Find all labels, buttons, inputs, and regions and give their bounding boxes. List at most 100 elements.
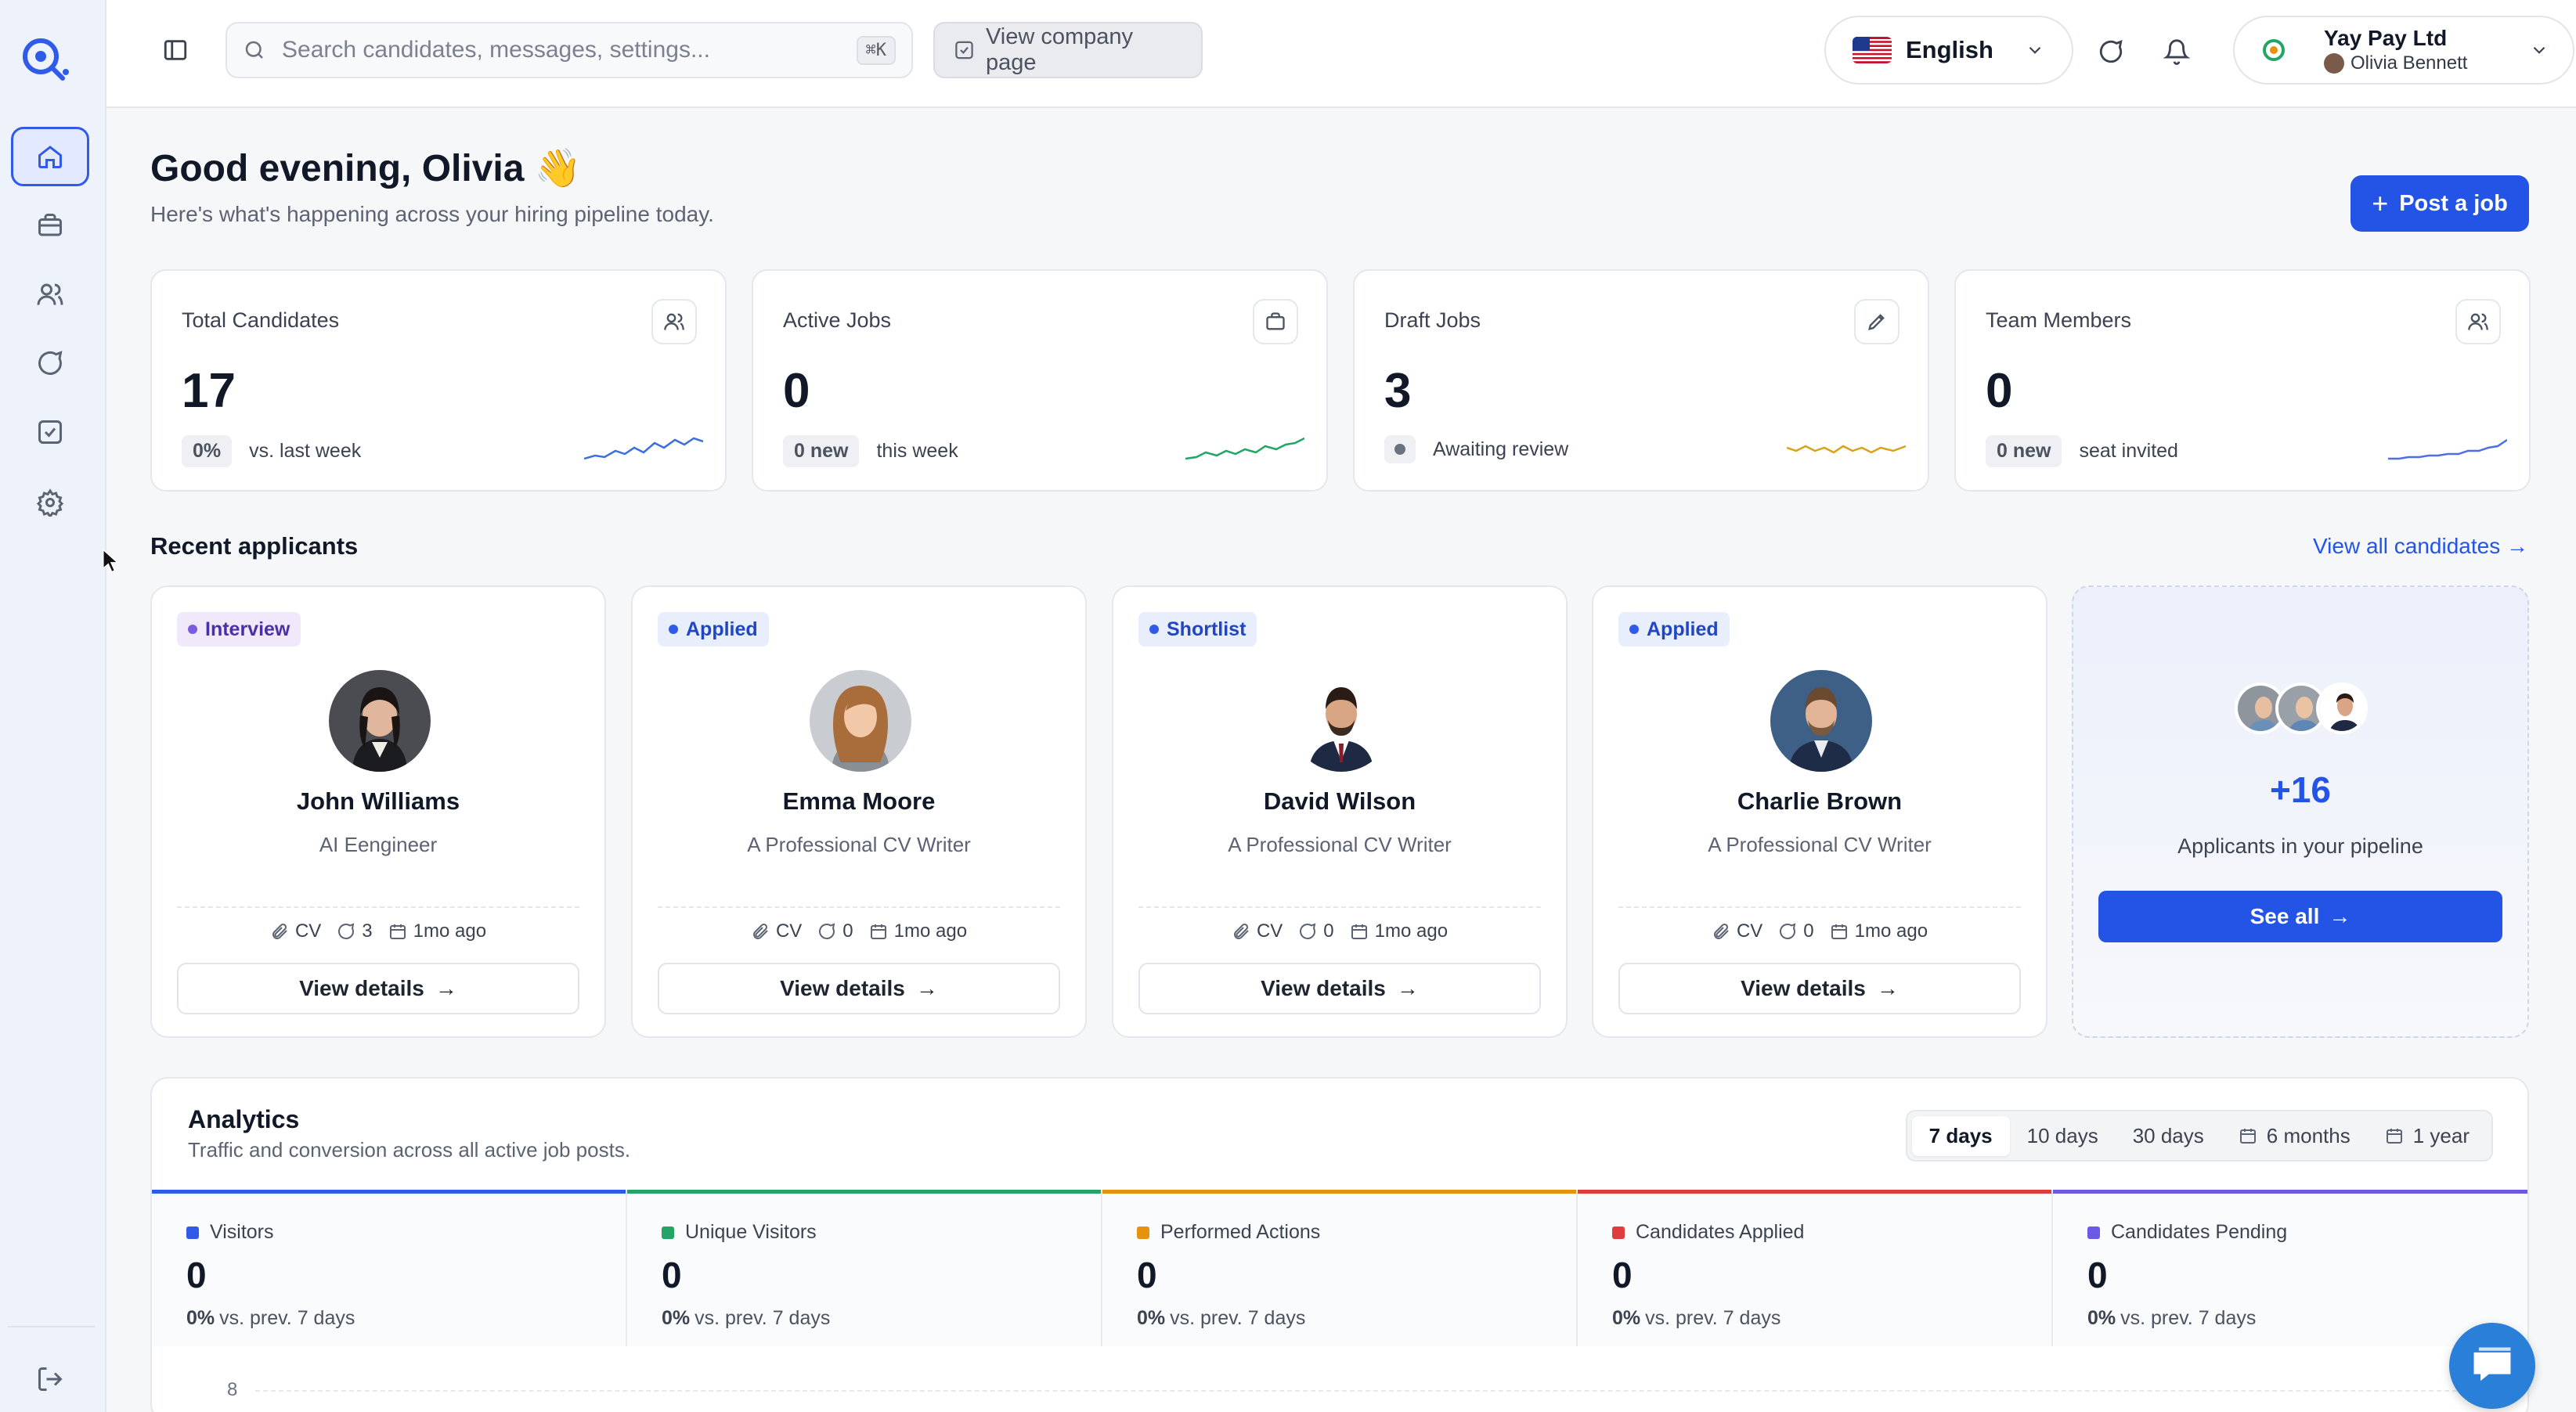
legend-swatch (1137, 1226, 1149, 1239)
cv-label: CV (1256, 920, 1283, 942)
view-details-button[interactable]: View details → (1138, 963, 1541, 1014)
view-details-button[interactable]: View details → (177, 963, 579, 1014)
logout-button[interactable] (11, 1349, 89, 1409)
pipeline-card: +16 Applicants in your pipeline See all → (2072, 585, 2529, 1038)
legend-swatch (186, 1226, 199, 1239)
range-30-days[interactable]: 30 days (2116, 1116, 2221, 1156)
metric-label: Candidates Pending (2111, 1221, 2288, 1243)
divider (1138, 906, 1541, 908)
sidebar-toggle-button[interactable] (158, 33, 193, 67)
range-1-year[interactable]: 1 year (2368, 1116, 2487, 1156)
range-7-days[interactable]: 7 days (1911, 1115, 2010, 1156)
notifications-button[interactable] (2159, 34, 2194, 69)
company-name: Yay Pay Ltd (2324, 26, 2448, 50)
mouse-cursor-icon (103, 548, 119, 573)
search-input[interactable]: Search candidates, messages, settings...… (225, 22, 913, 78)
sparkline (1787, 445, 1906, 454)
users-icon (2455, 299, 2501, 344)
legend-swatch (662, 1226, 674, 1239)
users-icon (37, 283, 63, 305)
comment-count: 0 (1323, 920, 1334, 942)
comment-icon (819, 923, 835, 939)
view-company-page-button[interactable]: View company page (933, 22, 1203, 78)
applicant-card[interactable]: Shortlist David Wilson A Professional CV… (1112, 585, 1568, 1038)
stat-value: 3 (1384, 364, 1412, 418)
stat-card-team-members[interactable]: Team Members 0 0 new seat invited (1954, 269, 2531, 492)
calendar-icon (870, 924, 886, 939)
sidebar-item-candidates[interactable] (11, 265, 89, 324)
support-chat-button[interactable] (2449, 1323, 2535, 1409)
comment-icon (1780, 923, 1796, 939)
status-badge: Interview (177, 612, 301, 647)
search-placeholder: Search candidates, messages, settings... (282, 37, 710, 63)
home-icon (38, 146, 62, 168)
stat-card-active-jobs[interactable]: Active Jobs 0 0 new this week (752, 269, 1328, 492)
page-title: Good evening, Olivia 👋 (150, 148, 582, 189)
sidebar-item-tasks[interactable] (11, 402, 89, 462)
pen-icon (1854, 299, 1900, 344)
company-logo-icon (2258, 34, 2289, 66)
metric-candidates-pending[interactable]: Candidates Pending 0 0% vs. prev. 7 days (2053, 1190, 2527, 1346)
applicant-card[interactable]: Applied Charlie Brown A Professional CV … (1592, 585, 2047, 1038)
stat-change-pill: 0 new (1986, 435, 2062, 467)
metric-unique-visitors[interactable]: Unique Visitors 0 0% vs. prev. 7 days (627, 1190, 1102, 1346)
stat-change-pill: 0 new (783, 435, 860, 467)
range-6-months[interactable]: 6 months (2221, 1116, 2368, 1156)
view-all-candidates-link[interactable]: View all candidates → (2313, 534, 2528, 559)
language-selector[interactable]: English (1824, 16, 2073, 85)
sidebar-item-home[interactable] (11, 127, 89, 186)
metric-value: 0 (1612, 1255, 1633, 1295)
account-switcher[interactable]: Yay Pay Ltd Olivia Bennett (2233, 16, 2574, 85)
arrow-right-icon: → (1876, 976, 1899, 1000)
y-axis-tick: 8 (227, 1379, 238, 1400)
user-name: Olivia Bennett (2351, 52, 2468, 74)
stat-change-pill: 0% (182, 435, 233, 467)
stat-title: Team Members (1986, 308, 2132, 332)
applicant-card[interactable]: Applied Emma Moore A Professional CV Wri… (631, 585, 1087, 1038)
topbar: Search candidates, messages, settings...… (106, 0, 2576, 108)
range-10-days[interactable]: 10 days (2010, 1116, 2116, 1156)
us-flag-icon (1853, 37, 1892, 63)
chevron-down-icon (2029, 46, 2041, 54)
applicant-role: A Professional CV Writer (1228, 833, 1452, 856)
pipeline-label: Applicants in your pipeline (2177, 834, 2423, 858)
sparkline (2388, 438, 2507, 460)
comment-icon (338, 923, 355, 939)
recent-applicants-title: Recent applicants (150, 532, 359, 560)
view-details-button[interactable]: View details → (1618, 963, 2021, 1014)
comment-count: 3 (362, 920, 373, 942)
metric-visitors[interactable]: Visitors 0 0% vs. prev. 7 days (152, 1190, 627, 1346)
applicant-role: AI Eengineer (319, 833, 438, 856)
metric-compare: vs. prev. 7 days (695, 1307, 831, 1329)
stat-title: Draft Jobs (1384, 308, 1481, 332)
metric-change: 0% (2087, 1307, 2116, 1329)
sidebar-item-jobs[interactable] (11, 196, 89, 255)
view-details-button[interactable]: View details → (658, 963, 1060, 1014)
page-subtitle: Here's what's happening across your hiri… (150, 202, 714, 226)
applied-time: 1mo ago (893, 920, 968, 942)
logout-icon (38, 1367, 63, 1391)
legend-swatch (2087, 1226, 2100, 1239)
post-job-button[interactable]: + Post a job (2351, 175, 2529, 232)
paperclip-icon (752, 923, 768, 939)
applicant-card[interactable]: Interview John Williams AI Eengineer CV … (150, 585, 606, 1038)
metric-candidates-applied[interactable]: Candidates Applied 0 0% vs. prev. 7 days (1578, 1190, 2053, 1346)
avatar (1290, 670, 1392, 772)
app-logo[interactable] (14, 30, 77, 92)
metric-compare: vs. prev. 7 days (2120, 1307, 2257, 1329)
stat-note: vs. last week (249, 440, 362, 462)
metric-label: Performed Actions (1160, 1221, 1321, 1243)
sidebar-item-settings[interactable] (11, 473, 89, 532)
stat-card-total-candidates[interactable]: Total Candidates 17 0% vs. last week (150, 269, 727, 492)
messages-button[interactable] (2094, 34, 2128, 69)
metric-accent-bar (1578, 1190, 2051, 1194)
sidebar-item-messages[interactable] (11, 333, 89, 393)
stat-card-draft-jobs[interactable]: Draft Jobs 3 Awaiting review (1353, 269, 1929, 492)
user-avatar (2324, 53, 2344, 74)
comment-icon (1300, 923, 1316, 939)
stat-note: Awaiting review (1433, 438, 1569, 460)
legend-swatch (1612, 1226, 1625, 1239)
see-all-button[interactable]: See all → (2098, 891, 2502, 942)
applied-time: 1mo ago (1374, 920, 1449, 942)
metric-performed-actions[interactable]: Performed Actions 0 0% vs. prev. 7 days (1102, 1190, 1578, 1346)
